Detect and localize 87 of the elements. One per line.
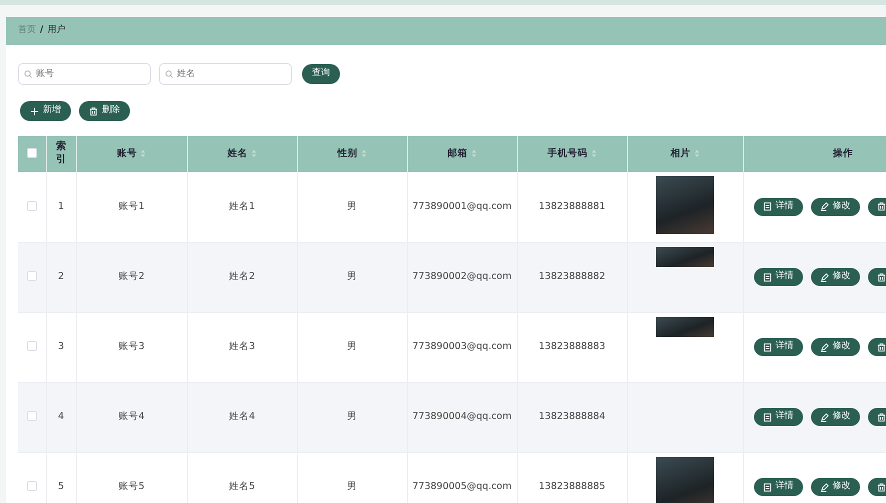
table-cell: 姓名2 [228, 270, 256, 282]
pencil-icon [820, 342, 828, 352]
trash-icon [876, 272, 886, 282]
table-cell: 男 [347, 480, 357, 492]
table-cell: 男 [347, 200, 357, 212]
detail-button[interactable]: 详情 [754, 478, 802, 496]
pencil-icon [820, 412, 828, 422]
document-icon [762, 202, 772, 212]
delete-button[interactable]: 删除 [79, 101, 130, 121]
breadcrumb-separator: / [40, 24, 44, 38]
edit-button[interactable]: 修改 [810, 408, 860, 426]
table-cell: 773890003@qq.com [412, 340, 512, 352]
search-icon [24, 70, 32, 78]
document-icon [762, 412, 772, 422]
table-cell: 3 [58, 340, 64, 352]
table-cell: 1 [58, 200, 64, 212]
table-cell: 姓名3 [228, 340, 256, 352]
table-cell: 账号3 [118, 340, 145, 352]
trash-icon [876, 482, 886, 492]
table-cell: 13823888881 [538, 200, 606, 212]
table-cell: 账号2 [118, 270, 145, 282]
column-header[interactable]: 姓名 [228, 148, 248, 159]
row-checkbox[interactable] [26, 271, 37, 282]
document-icon [762, 482, 772, 492]
search-icon [165, 70, 173, 78]
table-cell: 773890004@qq.com [412, 410, 512, 422]
add-button[interactable]: 新增 [20, 101, 71, 121]
sort-icon [250, 148, 256, 158]
table-cell: 13823888885 [538, 480, 606, 492]
table-cell: 4 [58, 410, 64, 422]
table-cell: 账号5 [118, 480, 145, 492]
edit-button[interactable]: 修改 [810, 338, 860, 356]
edit-button[interactable]: 修改 [810, 198, 860, 216]
table-cell: 姓名1 [228, 200, 256, 212]
column-header[interactable]: 邮箱 [448, 148, 468, 159]
pencil-icon [820, 482, 828, 492]
detail-button[interactable]: 详情 [754, 198, 802, 216]
row-checkbox[interactable] [26, 411, 37, 422]
sort-icon [140, 148, 146, 158]
table-cell: 773890001@qq.com [412, 200, 512, 212]
detail-button[interactable]: 详情 [754, 268, 802, 286]
document-icon [762, 342, 772, 352]
table-cell: 男 [347, 410, 357, 422]
sort-icon [590, 148, 596, 158]
column-header: 索引 [56, 140, 66, 166]
pencil-icon [820, 272, 828, 282]
table-cell: 773890005@qq.com [412, 480, 512, 492]
sort-icon [360, 148, 366, 158]
column-header[interactable]: 性别 [338, 148, 358, 159]
sort-icon [470, 148, 476, 158]
table-cell: 账号1 [118, 200, 145, 212]
search-field[interactable]: 账号 [18, 63, 151, 85]
table-cell: 2 [58, 270, 64, 282]
query-button[interactable]: 查询 [302, 64, 340, 84]
delete-button[interactable] [868, 198, 886, 216]
table-cell: 5 [58, 480, 64, 492]
pencil-icon [820, 202, 828, 212]
plus-icon [30, 106, 39, 116]
table-cell: 13823888884 [538, 410, 606, 422]
column-header[interactable]: 相片 [670, 148, 690, 159]
column-header[interactable]: 账号 [117, 148, 137, 159]
detail-button[interactable]: 详情 [754, 338, 802, 356]
column-header: 操作 [833, 148, 853, 159]
breadcrumb-current: 用户 [47, 24, 66, 38]
table-cell: 13823888882 [538, 270, 606, 282]
trash-icon [876, 412, 886, 422]
edit-button[interactable]: 修改 [810, 268, 860, 286]
table-cell: 男 [347, 270, 357, 282]
table-cell: 姓名5 [228, 480, 256, 492]
document-icon [762, 272, 772, 282]
trash-icon [876, 342, 886, 352]
table-cell: 13823888883 [538, 340, 606, 352]
column-header[interactable]: 手机号码 [548, 148, 588, 159]
row-checkbox[interactable] [26, 481, 37, 492]
table-cell: 姓名4 [228, 410, 256, 422]
trash-icon [89, 106, 98, 116]
detail-button[interactable]: 详情 [754, 408, 802, 426]
search-field[interactable]: 姓名 [159, 63, 292, 85]
edit-button[interactable]: 修改 [810, 478, 860, 496]
table-cell: 男 [347, 340, 357, 352]
row-checkbox[interactable] [26, 341, 37, 352]
trash-icon [876, 202, 886, 212]
table-cell: 773890002@qq.com [412, 270, 512, 282]
table-cell: 账号4 [118, 410, 145, 422]
row-checkbox[interactable] [26, 201, 37, 212]
sort-icon [694, 148, 700, 158]
select-all-checkbox[interactable] [26, 148, 37, 158]
